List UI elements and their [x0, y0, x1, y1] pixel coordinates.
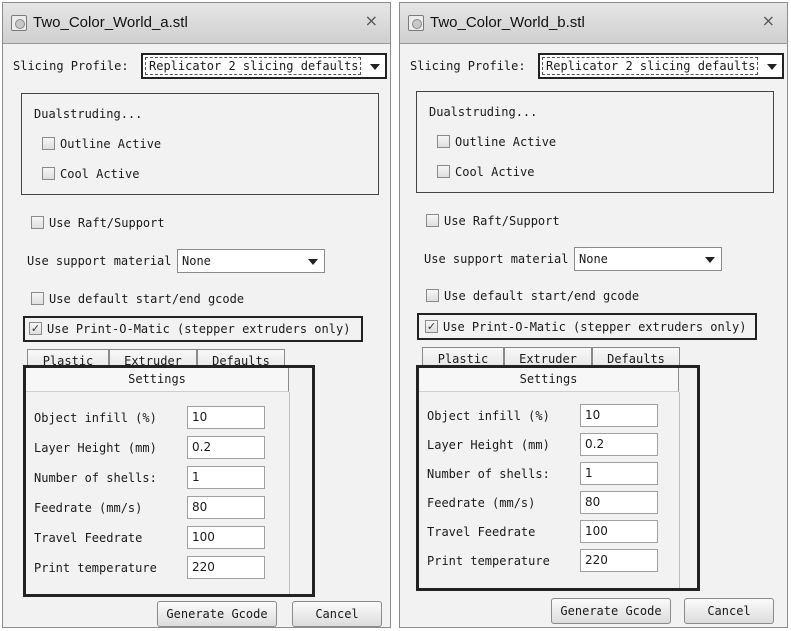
- slicing-profile-dropdown[interactable]: Replicator 2 slicing defaults: [538, 53, 784, 79]
- outline-active-checkbox[interactable]: [42, 137, 55, 150]
- support-material-value: None: [182, 254, 211, 268]
- support-material-dropdown[interactable]: None: [177, 249, 325, 273]
- raft-support-checkbox[interactable]: [426, 214, 439, 227]
- generate-gcode-button[interactable]: Generate Gcode: [551, 598, 671, 624]
- chevron-down-icon: [767, 64, 777, 70]
- travel-feedrate-label: Travel Feedrate: [34, 531, 143, 545]
- tab-settings[interactable]: Settings: [26, 368, 289, 392]
- chevron-down-icon: [370, 64, 380, 70]
- layer-height-label: Layer Height (mm): [34, 441, 157, 455]
- dualstruding-title: Dualstruding...: [429, 105, 538, 119]
- print-temperature-label: Print temperature: [427, 554, 550, 568]
- chevron-down-icon: [308, 259, 318, 265]
- cool-active-label: Cool Active: [60, 167, 140, 181]
- default-gcode-label: Use default start/end gcode: [444, 289, 640, 303]
- travel-feedrate-label: Travel Feedrate: [427, 525, 536, 539]
- close-icon[interactable]: ×: [365, 11, 378, 30]
- raft-support-label: Use Raft/Support: [49, 216, 165, 230]
- dualstruding-group: Dualstruding... Outline Active Cool Acti…: [416, 91, 774, 193]
- shells-input[interactable]: 1: [187, 466, 265, 489]
- java-app-icon: [408, 15, 424, 31]
- dialog-window-b: Two_Color_World_b.stl ⨯ Slicing Profile:…: [399, 2, 788, 628]
- dualstruding-title: Dualstruding...: [34, 107, 143, 121]
- layer-height-input[interactable]: 0.2: [187, 436, 265, 459]
- layer-height-input[interactable]: 0.2: [580, 433, 658, 456]
- print-o-matic-label: Use Print-O-Matic (stepper extruders onl…: [47, 322, 351, 336]
- cancel-button[interactable]: Cancel: [684, 598, 774, 624]
- outline-active-checkbox[interactable]: [437, 135, 450, 148]
- slicing-profile-label: Slicing Profile:: [13, 59, 129, 73]
- infill-label: Object infill (%): [34, 411, 157, 425]
- title-bar[interactable]: Two_Color_World_a.stl ×: [3, 3, 390, 44]
- generate-gcode-button[interactable]: Generate Gcode: [157, 601, 277, 627]
- settings-panel: Settings Object infill (%) 10 Layer Heig…: [416, 365, 700, 591]
- title-bar[interactable]: Two_Color_World_b.stl ⨯: [400, 3, 787, 44]
- infill-label: Object infill (%): [427, 409, 550, 423]
- shells-label: Number of shells:: [427, 467, 550, 481]
- dualstruding-group: Dualstruding... Outline Active Cool Acti…: [21, 93, 379, 195]
- support-material-dropdown[interactable]: None: [574, 247, 722, 271]
- slicing-profile-label: Slicing Profile:: [410, 59, 526, 73]
- support-material-value: None: [579, 252, 608, 266]
- travel-feedrate-input[interactable]: 100: [580, 520, 658, 543]
- feedrate-label: Feedrate (mm/s): [34, 501, 143, 515]
- print-temperature-input[interactable]: 220: [580, 549, 658, 572]
- print-temperature-input[interactable]: 220: [187, 556, 265, 579]
- settings-panel: Settings Object infill (%) 10 Layer Heig…: [23, 365, 315, 597]
- panel-divider: [679, 392, 680, 588]
- cool-active-checkbox[interactable]: [42, 167, 55, 180]
- print-o-matic-checkbox[interactable]: ✓: [29, 322, 42, 335]
- cancel-button[interactable]: Cancel: [292, 601, 382, 627]
- default-gcode-checkbox[interactable]: [426, 289, 439, 302]
- window-title: Two_Color_World_b.stl: [430, 14, 585, 31]
- raft-support-label: Use Raft/Support: [444, 214, 560, 228]
- outline-active-label: Outline Active: [455, 135, 557, 149]
- shells-label: Number of shells:: [34, 471, 157, 485]
- print-o-matic-checkbox[interactable]: ✓: [425, 320, 438, 333]
- raft-support-checkbox[interactable]: [31, 216, 44, 229]
- support-material-label: Use support material: [424, 252, 569, 266]
- infill-input[interactable]: 10: [580, 404, 658, 427]
- close-icon[interactable]: ⨯: [762, 11, 775, 30]
- cool-active-label: Cool Active: [455, 165, 535, 179]
- travel-feedrate-input[interactable]: 100: [187, 526, 265, 549]
- feedrate-label: Feedrate (mm/s): [427, 496, 536, 510]
- shells-input[interactable]: 1: [580, 462, 658, 485]
- default-gcode-label: Use default start/end gcode: [49, 292, 245, 306]
- chevron-down-icon: [705, 257, 715, 263]
- slicing-profile-value: Replicator 2 slicing defaults: [145, 57, 361, 75]
- cool-active-checkbox[interactable]: [437, 165, 450, 178]
- support-material-label: Use support material: [27, 254, 172, 268]
- panel-divider: [289, 392, 290, 594]
- slicing-profile-dropdown[interactable]: Replicator 2 slicing defaults: [141, 53, 387, 79]
- feedrate-input[interactable]: 80: [187, 496, 265, 519]
- infill-input[interactable]: 10: [187, 406, 265, 429]
- dialog-window-a: Two_Color_World_a.stl × Slicing Profile:…: [2, 2, 391, 628]
- feedrate-input[interactable]: 80: [580, 491, 658, 514]
- tab-settings[interactable]: Settings: [419, 368, 679, 392]
- java-app-icon: [11, 15, 27, 31]
- print-temperature-label: Print temperature: [34, 561, 157, 575]
- layer-height-label: Layer Height (mm): [427, 438, 550, 452]
- slicing-profile-value: Replicator 2 slicing defaults: [542, 57, 758, 75]
- default-gcode-checkbox[interactable]: [31, 292, 44, 305]
- print-o-matic-label: Use Print-O-Matic (stepper extruders onl…: [443, 320, 747, 334]
- outline-active-label: Outline Active: [60, 137, 162, 151]
- window-title: Two_Color_World_a.stl: [33, 14, 188, 31]
